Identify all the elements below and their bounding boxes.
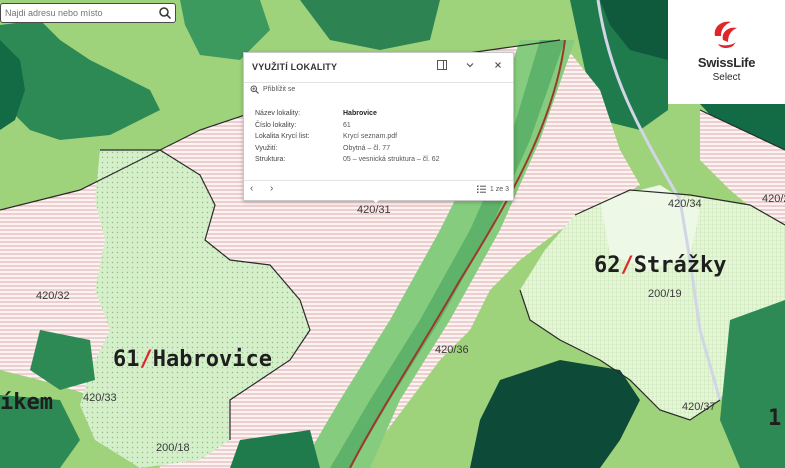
table-row: Číslo lokality: 61 [255, 122, 440, 134]
feature-count[interactable]: 1 ze 3 [476, 185, 509, 193]
dock-icon[interactable] [435, 60, 449, 74]
popup-pager: ‹ › 1 ze 3 [244, 180, 513, 200]
parcel-label: 420/36 [435, 344, 469, 356]
attribute-table: Název lokality: Habrovice Číslo lokality:… [255, 110, 440, 168]
locality-name: Strážky [633, 253, 727, 278]
parcel-label: 420/34 [668, 198, 702, 210]
parcel-label: 420/2 [762, 193, 785, 205]
swisslife-emblem-icon [714, 21, 737, 49]
table-row: Název lokality: Habrovice [255, 110, 440, 122]
parcel-label: 420/37 [682, 401, 716, 413]
list-icon [476, 185, 486, 193]
zoom-in-icon [250, 85, 259, 94]
zoom-label: Přiblížit se [263, 86, 296, 93]
locality-separator: / [139, 347, 153, 372]
field-value: 05 – vesnická struktura – čl. 62 [343, 156, 440, 163]
parcel-label: 200/19 [648, 288, 682, 300]
forest-area [720, 300, 785, 468]
parcel-label: 420/32 [36, 290, 70, 302]
table-row: Využití: Obytná – čl. 77 [255, 145, 440, 157]
locality-name: Habrovice [152, 347, 272, 372]
field-key: Číslo lokality: [255, 121, 297, 129]
search-box[interactable] [0, 3, 176, 23]
field-value: 61 [343, 121, 351, 129]
next-feature-button[interactable]: › [270, 183, 273, 194]
locality-number: 62 [594, 253, 621, 278]
locality-label-partial: íkem [0, 390, 53, 415]
table-row: Lokalita Krycí list: Krycí seznam.pdf [255, 133, 440, 145]
search-icon[interactable] [158, 6, 172, 20]
locality-label-strazky: 62/Strážky [594, 253, 726, 278]
table-row: Struktura: 05 – vesnická struktura – čl. … [255, 156, 440, 168]
field-key: Název lokality: [255, 110, 301, 117]
field-value: Habrovice [343, 110, 377, 117]
parcel-label: 420/33 [83, 392, 117, 404]
swisslife-logo: SwissLife Select [668, 0, 785, 104]
field-key: Struktura: [255, 156, 286, 163]
field-value-link[interactable]: Krycí seznam.pdf [343, 133, 440, 145]
field-value: Obytná – čl. 77 [343, 144, 391, 152]
pager-text: 1 ze 3 [489, 185, 509, 193]
zoom-to-button[interactable]: Přiblížit se [250, 85, 295, 94]
parcel-label: 420/31 [357, 204, 391, 216]
previous-feature-button[interactable]: ‹ [250, 183, 253, 194]
locality-label-partial: 1 [768, 406, 782, 431]
divider [244, 82, 513, 83]
logo-subtitle: Select [712, 72, 741, 83]
field-key: Využití: [255, 144, 278, 152]
collapse-chevron-icon[interactable] [463, 60, 477, 74]
locality-separator: / [620, 253, 634, 278]
popup-pointer [371, 198, 381, 203]
field-key: Lokalita Krycí list: [255, 133, 310, 140]
close-icon[interactable] [491, 60, 505, 74]
logo-brand: SwissLife [697, 55, 756, 70]
search-input[interactable] [1, 4, 155, 22]
parcel-label: 200/18 [156, 442, 190, 454]
locality-number: 61 [113, 347, 140, 372]
locality-label-habrovice: 61/Habrovice [113, 347, 272, 372]
popup-title: VYUŽITÍ LOKALITY [252, 62, 338, 72]
feature-popup: VYUŽITÍ LOKALITY Přiblížit se Název loka… [243, 52, 514, 201]
